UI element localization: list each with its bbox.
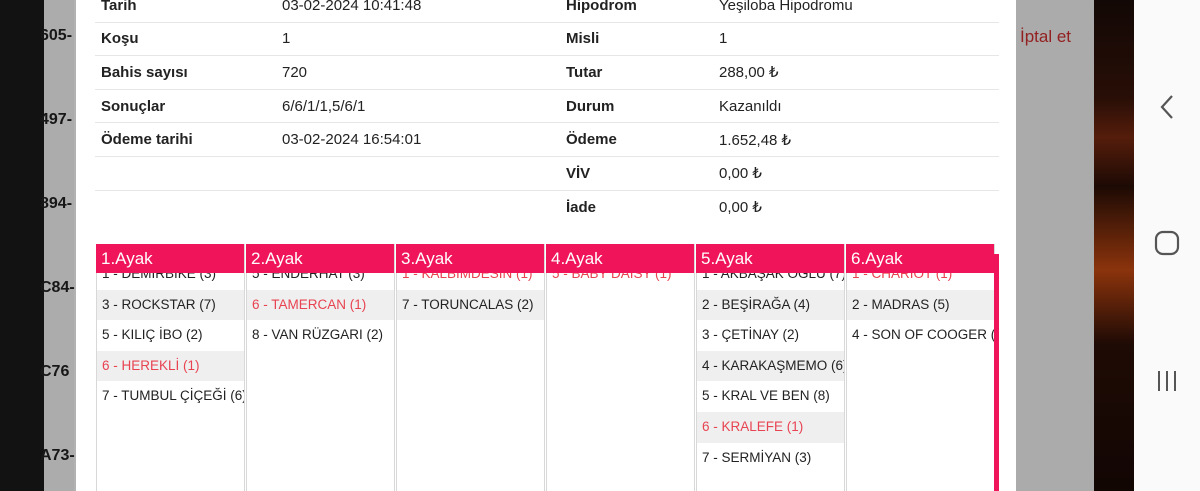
leg-column: 4.Ayak 5 - BABY DAISY (1) xyxy=(546,244,695,491)
detail-row: Ödeme tarihi 03-02-2024 16:54:01 Ödeme 1.65… xyxy=(95,123,999,157)
leg-header: 1.Ayak xyxy=(96,244,244,273)
horse-item: 5 - KILIÇ İBO (2) xyxy=(102,327,203,343)
detail-value: 1.652,48 ₺ xyxy=(719,131,792,149)
horse-item: 1 - DEMİRBİKE (3) xyxy=(102,273,217,281)
legs-scrollbar[interactable] xyxy=(994,254,999,491)
detail-value: 1 xyxy=(719,30,728,48)
winning-horse-item: 5 - BABY DAISY (1) xyxy=(552,273,672,281)
winning-horse-item: 1 - KALBİMDESİN (1) xyxy=(402,273,533,281)
detail-value: Kazanıldı xyxy=(719,97,782,115)
home-button[interactable] xyxy=(1134,218,1200,268)
detail-value: 03-02-2024 10:41:48 xyxy=(282,0,422,14)
detail-value: Yeşiloba Hipodromu xyxy=(719,0,853,14)
detail-label: Koşu xyxy=(101,30,139,48)
leg-header: 2.Ayak xyxy=(246,244,394,273)
leg-header: 4.Ayak xyxy=(546,244,694,273)
horse-item: 5 - KRAL VE BEN (8) xyxy=(702,388,830,404)
detail-row: Sonuçlar 6/6/1/1,5/6/1 Durum Kazanıldı xyxy=(95,90,999,124)
leg-column: 5.Ayak 1 - AKBAŞAK OĞLU (7) 2 - BEŞİRAĞA (… xyxy=(696,244,845,491)
system-nav-bar xyxy=(1134,0,1200,491)
leg-column: 1.Ayak 1 - DEMİRBİKE (3) 3 - ROCKSTAR (7) 5… xyxy=(96,244,245,491)
leg-horse-list[interactable]: 1 - KALBİMDESİN (1) 7 - TORUNCALAS (2) xyxy=(396,273,544,491)
home-circle-icon xyxy=(1154,230,1180,256)
bet-detail-modal: Tarih 03-02-2024 10:41:48 Hipodrom Yeşiloba… xyxy=(76,0,1016,491)
detail-row: İade 0,00 ₺ xyxy=(95,191,999,225)
detail-value: 6/6/1/1,5/6/1 xyxy=(282,97,366,115)
horse-item: 8 - VAN RÜZGARI (2) xyxy=(252,327,384,343)
horse-item: 7 - TORUNCALAS (2) xyxy=(397,289,544,321)
detail-value: 03-02-2024 16:54:01 xyxy=(282,131,422,149)
recents-bars-icon xyxy=(1158,371,1176,391)
leg-horse-list[interactable]: 1 - CHARIOT (1) 2 - MADRAS (5) 4 - SON OF … xyxy=(846,273,994,491)
detail-label: Sonuçlar xyxy=(101,97,166,115)
horse-item: 2 - MADRAS (5) xyxy=(847,289,994,321)
horse-item: 1 - AKBAŞAK OĞLU (7) xyxy=(702,273,844,281)
horse-item: 4 - KARAKAŞMEMO (6) xyxy=(697,350,844,382)
horse-item: 7 - TUMBUL ÇİÇEĞİ (6) xyxy=(102,388,244,404)
detail-label: İade xyxy=(566,198,597,216)
detail-value: 288,00 ₺ xyxy=(719,64,779,82)
leg-column: 6.Ayak 1 - CHARIOT (1) 2 - MADRAS (5) 4 - S… xyxy=(846,244,995,491)
leg-column: 3.Ayak 1 - KALBİMDESİN (1) 7 - TORUNCALAS … xyxy=(396,244,545,491)
legs-grid: 1.Ayak 1 - DEMİRBİKE (3) 3 - ROCKSTAR (7) 5… xyxy=(96,244,1000,491)
detail-label: Ödeme xyxy=(566,131,617,149)
back-chevron-icon xyxy=(1160,95,1173,119)
winning-horse-item: 1 - CHARIOT (1) xyxy=(852,273,953,281)
detail-value: 720 xyxy=(282,63,308,81)
detail-row: Bahis sayısı 720 Tutar 288,00 ₺ xyxy=(95,56,999,90)
detail-label: Bahis sayısı xyxy=(101,63,188,81)
detail-row: Tarih 03-02-2024 10:41:48 Hipodrom Yeşiloba… xyxy=(95,0,999,23)
leg-horse-list[interactable]: 5 - BABY DAISY (1) xyxy=(546,273,694,491)
horse-item: 3 - ÇETİNAY (2) xyxy=(702,327,800,343)
detail-label: VİV xyxy=(566,164,591,182)
leg-horse-list[interactable]: 5 - ENDERHAT (3) 6 - TAMERCAN (1) 8 - VAN … xyxy=(246,273,394,491)
detail-label: Durum xyxy=(566,97,615,115)
detail-label: Tarih xyxy=(101,0,137,14)
horse-item: 5 - ENDERHAT (3) xyxy=(252,273,365,281)
leg-header: 6.Ayak xyxy=(846,244,994,273)
horse-item: 2 - BEŞİRAĞA (4) xyxy=(697,289,844,321)
leg-column: 2.Ayak 5 - ENDERHAT (3) 6 - TAMERCAN (1) 8 … xyxy=(246,244,395,491)
leg-header: 5.Ayak xyxy=(696,244,844,273)
horse-item: 7 - SERMİYAN (3) xyxy=(702,449,812,465)
detail-value: 0,00 ₺ xyxy=(719,165,762,183)
detail-label: Tutar xyxy=(566,63,603,81)
detail-label: Ödeme tarihi xyxy=(101,131,193,149)
detail-label: Misli xyxy=(566,30,600,48)
leg-horse-list[interactable]: 1 - AKBAŞAK OĞLU (7) 2 - BEŞİRAĞA (4) 3 - … xyxy=(696,273,844,491)
horse-item: 3 - ROCKSTAR (7) xyxy=(97,289,244,321)
winning-horse-item: 6 - KRALEFE (1) xyxy=(697,411,844,443)
leg-horse-list[interactable]: 1 - DEMİRBİKE (3) 3 - ROCKSTAR (7) 5 - KIL… xyxy=(96,273,244,491)
detail-value: 0,00 ₺ xyxy=(719,199,762,217)
detail-row: Koşu 1 Misli 1 xyxy=(95,23,999,57)
back-button[interactable] xyxy=(1134,82,1200,132)
horse-item: 4 - SON OF COOGER (2) xyxy=(852,327,994,343)
detail-value: 1 xyxy=(282,30,291,48)
detail-row: VİV 0,00 ₺ xyxy=(95,157,999,191)
recents-button[interactable] xyxy=(1134,356,1200,406)
leg-header: 3.Ayak xyxy=(396,244,544,273)
winning-horse-item: 6 - TAMERCAN (1) xyxy=(247,289,394,321)
bet-details-table: Tarih 03-02-2024 10:41:48 Hipodrom Yeşiloba… xyxy=(95,0,999,224)
detail-label: Hipodrom xyxy=(566,0,637,14)
winning-horse-item: 6 - HEREKLİ (1) xyxy=(97,350,244,382)
